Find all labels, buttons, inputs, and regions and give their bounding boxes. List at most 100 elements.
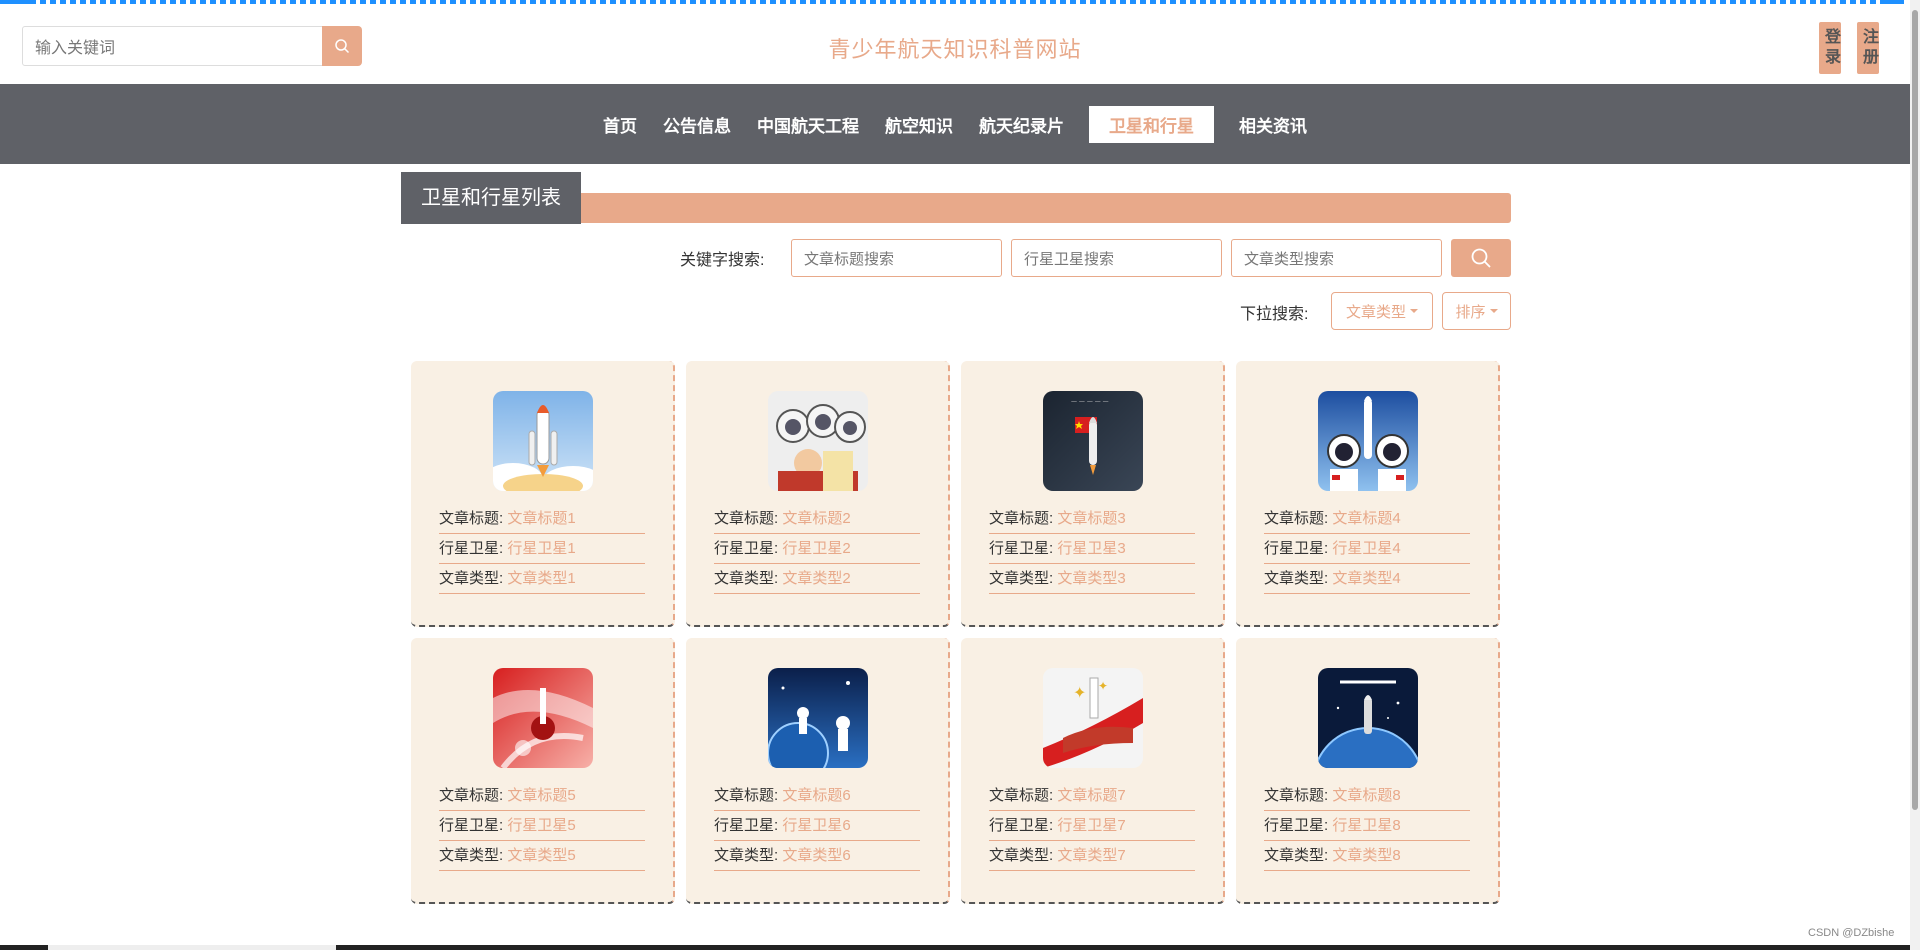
field-label: 行星卫星 (439, 817, 500, 834)
taskbar-item[interactable] (48, 945, 336, 950)
field-value[interactable]: 文章类型5 (507, 847, 575, 864)
article-planet-field: 行星卫星: 行星卫星4 (1264, 535, 1470, 564)
planet-search-input[interactable]: 行星卫星搜索 (1011, 239, 1222, 277)
field-value[interactable]: 文章类型2 (782, 570, 850, 587)
svg-text:✦: ✦ (1098, 679, 1108, 693)
nav-item-4[interactable]: 航天纪录片 (967, 106, 1076, 143)
article-type-field: 文章类型: 文章类型3 (989, 565, 1195, 594)
field-value[interactable]: 行星卫星8 (1332, 817, 1400, 834)
article-card[interactable]: 文章标题: 文章标题8 行星卫星: 行星卫星8 文章类型: 文章类型8 (1236, 638, 1500, 904)
field-value[interactable]: 行星卫星5 (507, 817, 575, 834)
caret-down-icon (1489, 309, 1498, 313)
article-planet-field: 行星卫星: 行星卫星6 (714, 812, 920, 841)
article-type-field: 文章类型: 文章类型8 (1264, 842, 1470, 871)
field-value[interactable]: 文章类型8 (1332, 847, 1400, 864)
field-label: 文章标题 (714, 787, 775, 804)
article-card[interactable]: 文章标题: 文章标题1 行星卫星: 行星卫星1 文章类型: 文章类型1 (411, 361, 675, 627)
field-label: 行星卫星 (989, 817, 1050, 834)
article-type-field: 文章类型: 文章类型7 (989, 842, 1195, 871)
article-thumbnail[interactable] (768, 391, 868, 491)
article-title-field: 文章标题: 文章标题5 (439, 782, 645, 811)
article-card[interactable]: ✦ ✦ 文章标题: 文章标题7 行星卫星: 行星卫星7 文章类型: 文章类型7 (961, 638, 1225, 904)
field-value[interactable]: 文章标题7 (1057, 787, 1125, 804)
article-thumbnail[interactable]: ✦ ✦ (1043, 668, 1143, 768)
field-value[interactable]: 行星卫星6 (782, 817, 850, 834)
register-button[interactable]: 注册 (1857, 22, 1879, 74)
article-thumbnail[interactable] (768, 668, 868, 768)
svg-text:— — — — —: — — — — — (1071, 398, 1109, 405)
field-value[interactable]: 文章标题5 (507, 787, 575, 804)
field-label: 文章标题 (439, 787, 500, 804)
field-label: 文章标题 (989, 510, 1050, 527)
article-card[interactable]: 文章标题: 文章标题4 行星卫星: 行星卫星4 文章类型: 文章类型4 (1236, 361, 1500, 627)
site-title: 青少年航天知识科普网站 (828, 37, 1082, 62)
field-label: 文章类型 (989, 847, 1050, 864)
field-value[interactable]: 行星卫星1 (507, 540, 575, 557)
article-type-field: 文章类型: 文章类型4 (1264, 565, 1470, 594)
field-value[interactable]: 行星卫星3 (1057, 540, 1125, 557)
article-thumbnail[interactable] (493, 668, 593, 768)
article-title-field: 文章标题: 文章标题4 (1264, 505, 1470, 534)
field-value[interactable]: 文章标题8 (1332, 787, 1400, 804)
nav-item-1[interactable]: 公告信息 (651, 106, 743, 143)
article-title-field: 文章标题: 文章标题8 (1264, 782, 1470, 811)
article-planet-field: 行星卫星: 行星卫星8 (1264, 812, 1470, 841)
field-value[interactable]: 行星卫星2 (782, 540, 850, 557)
article-planet-field: 行星卫星: 行星卫星3 (989, 535, 1195, 564)
article-title-field: 文章标题: 文章标题7 (989, 782, 1195, 811)
field-value[interactable]: 文章类型7 (1057, 847, 1125, 864)
field-label: 文章类型 (714, 847, 775, 864)
field-value[interactable]: 文章标题3 (1057, 510, 1125, 527)
credit-watermark: CSDN @DZbishe (1808, 927, 1895, 939)
field-value[interactable]: 文章标题6 (782, 787, 850, 804)
article-thumbnail[interactable]: — — — — — (1043, 391, 1143, 491)
field-label: 文章标题 (714, 510, 775, 527)
caret-down-icon (1410, 309, 1418, 313)
article-title-field: 文章标题: 文章标题6 (714, 782, 920, 811)
field-value[interactable]: 文章类型1 (507, 570, 575, 587)
field-value[interactable]: 文章类型3 (1057, 570, 1125, 587)
nav-item-2[interactable]: 中国航天工程 (745, 106, 871, 143)
field-value[interactable]: 行星卫星4 (1332, 540, 1400, 557)
article-card[interactable]: — — — — — 文章标题: 文章标题3 行星卫星: 行星卫星3 文章类型: 文章类… (961, 361, 1225, 627)
article-thumbnail[interactable] (1318, 391, 1418, 491)
article-planet-field: 行星卫星: 行星卫星2 (714, 535, 920, 564)
article-planet-field: 行星卫星: 行星卫星5 (439, 812, 645, 841)
section-title: 卫星和行星列表 (401, 172, 581, 224)
nav-item-6[interactable]: 相关资讯 (1227, 106, 1319, 143)
type-search-placeholder: 文章类型搜索 (1244, 250, 1335, 268)
field-value[interactable]: 文章标题2 (782, 510, 850, 527)
field-value[interactable]: 文章标题4 (1332, 510, 1400, 527)
login-label: 登录 (1822, 28, 1839, 68)
article-card[interactable]: 文章标题: 文章标题6 行星卫星: 行星卫星6 文章类型: 文章类型6 (686, 638, 950, 904)
title-search-input[interactable]: 文章标题搜索 (791, 239, 1002, 277)
svg-text:✦: ✦ (1073, 683, 1086, 702)
article-type-field: 文章类型: 文章类型5 (439, 842, 645, 871)
field-label: 文章类型 (1264, 847, 1325, 864)
filter-search-button[interactable] (1451, 239, 1511, 277)
nav-item-3[interactable]: 航空知识 (873, 106, 965, 143)
field-value[interactable]: 行星卫星7 (1057, 817, 1125, 834)
sort-dropdown[interactable]: 排序 (1442, 292, 1511, 330)
type-search-input[interactable]: 文章类型搜索 (1231, 239, 1442, 277)
article-planet-field: 行星卫星: 行星卫星1 (439, 535, 645, 564)
article-planet-field: 行星卫星: 行星卫星7 (989, 812, 1195, 841)
type-dropdown[interactable]: 文章类型 (1331, 292, 1433, 330)
dropdown-search-label: 下拉搜索: (1240, 306, 1309, 323)
field-value[interactable]: 文章类型6 (782, 847, 850, 864)
nav-item-0[interactable]: 首页 (591, 106, 649, 143)
article-card[interactable]: 文章标题: 文章标题2 行星卫星: 行星卫星2 文章类型: 文章类型2 (686, 361, 950, 627)
field-label: 文章类型 (439, 570, 500, 587)
login-button[interactable]: 登录 (1819, 22, 1841, 74)
main-nav: 首页 公告信息 中国航天工程 航空知识 航天纪录片 卫星和行星 相关资讯 (0, 84, 1910, 164)
planet-search-placeholder: 行星卫星搜索 (1024, 250, 1115, 268)
field-value[interactable]: 文章标题1 (507, 510, 575, 527)
nav-item-5[interactable]: 卫星和行星 (1089, 105, 1214, 143)
article-thumbnail[interactable] (1318, 668, 1418, 768)
article-thumbnail[interactable] (493, 391, 593, 491)
search-icon (1471, 248, 1491, 268)
header: 输入关键词 青少年航天知识科普网站 登录 注册 (0, 4, 1910, 84)
article-card[interactable]: 文章标题: 文章标题5 行星卫星: 行星卫星5 文章类型: 文章类型5 (411, 638, 675, 904)
field-value[interactable]: 文章类型4 (1332, 570, 1400, 587)
scrollbar-thumb[interactable] (1912, 10, 1918, 810)
